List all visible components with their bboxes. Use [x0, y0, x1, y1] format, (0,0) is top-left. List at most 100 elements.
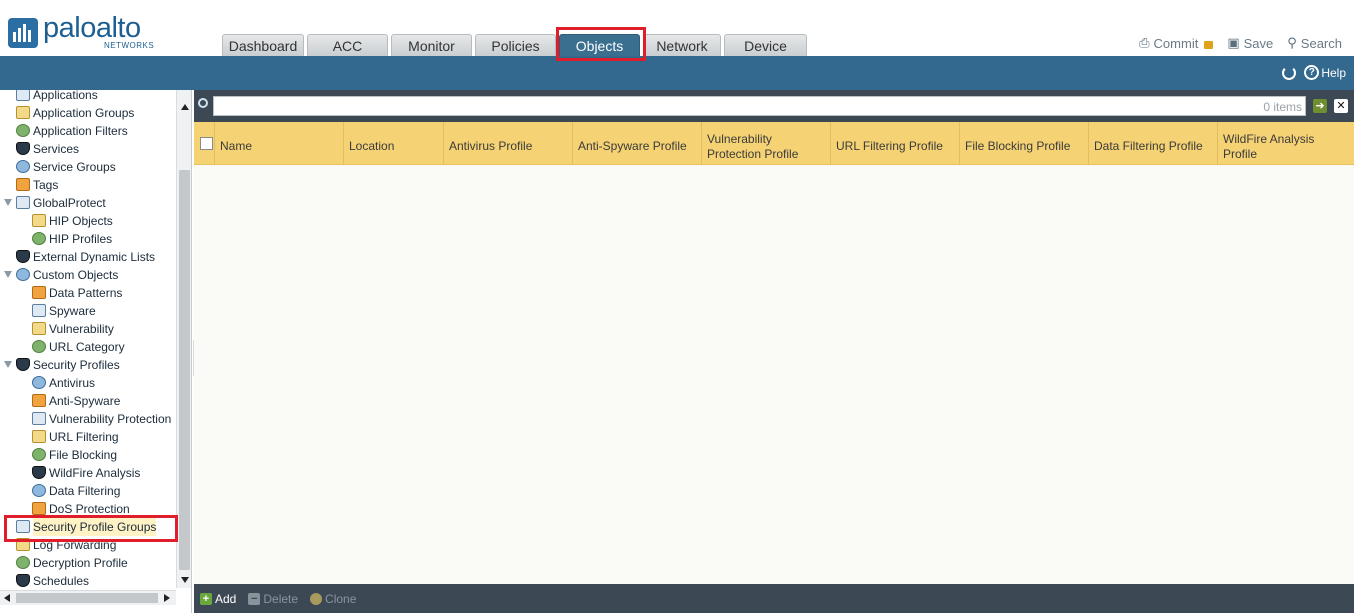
search-button[interactable]: ⚲ Search: [1287, 35, 1342, 51]
sidebar-item-data-patterns[interactable]: Data Patterns: [0, 284, 176, 302]
sidebar-item-application-groups[interactable]: Application Groups: [0, 104, 176, 122]
sidebar-item-label: External Dynamic Lists: [33, 250, 156, 264]
scroll-down-arrow-icon[interactable]: [181, 577, 189, 583]
expand-arrow-icon[interactable]: [4, 271, 12, 278]
sidebar-item-decryption-profile[interactable]: Decryption Profile: [0, 554, 176, 572]
add-label: Add: [215, 591, 237, 606]
sidebar-item-wildfire-analysis[interactable]: WildFire Analysis: [0, 464, 176, 482]
column-header-antivirus-profile[interactable]: Antivirus Profile: [444, 122, 573, 165]
sidebar-item-security-profiles[interactable]: Security Profiles: [0, 356, 176, 374]
application-icon: [16, 90, 30, 101]
column-header-file-blocking-profile[interactable]: File Blocking Profile: [960, 122, 1089, 165]
sidebar-item-label: Security Profiles: [33, 358, 120, 372]
save-button[interactable]: ▣ Save: [1227, 35, 1273, 51]
tab-monitor[interactable]: Monitor: [391, 34, 472, 56]
toolbar-actions: ? Help: [1282, 65, 1346, 80]
logo-wordmark: paloalto: [43, 12, 141, 44]
sidebar-item-vulnerability[interactable]: Vulnerability: [0, 320, 176, 338]
sidebar-item-schedules[interactable]: Schedules: [0, 572, 176, 590]
sidebar-item-log-forwarding[interactable]: Log Forwarding: [0, 536, 176, 554]
commit-button[interactable]: ⎙ Commit: [1139, 35, 1214, 51]
decryption-profile-icon: [16, 556, 30, 569]
sidebar-vertical-scrollbar[interactable]: [176, 90, 191, 588]
sidebar-item-spyware[interactable]: Spyware: [0, 302, 176, 320]
delete-button[interactable]: − Delete: [248, 592, 298, 606]
help-label: Help: [1321, 65, 1346, 80]
sidebar-item-label: Vulnerability Protection: [49, 412, 172, 426]
app-header: paloalto NETWORKS Dashboard ACC Monitor …: [0, 0, 1354, 61]
expand-arrow-icon[interactable]: [4, 199, 12, 206]
search-label: Search: [1300, 35, 1342, 51]
sidebar-item-url-category[interactable]: URL Category: [0, 338, 176, 356]
scroll-up-arrow-icon[interactable]: [181, 104, 189, 110]
tab-objects[interactable]: Objects: [559, 34, 640, 56]
tab-network[interactable]: Network: [643, 34, 721, 56]
sidebar-item-services[interactable]: Services: [0, 140, 176, 158]
sidebar-item-hip-objects[interactable]: HIP Objects: [0, 212, 176, 230]
sidebar-item-tags[interactable]: Tags: [0, 176, 176, 194]
delete-icon: −: [248, 592, 261, 605]
tab-acc[interactable]: ACC: [307, 34, 388, 56]
sidebar-item-external-dynamic-lists[interactable]: External Dynamic Lists: [0, 248, 176, 266]
sidebar-item-hip-profiles[interactable]: HIP Profiles: [0, 230, 176, 248]
clone-button[interactable]: Clone: [310, 592, 356, 606]
column-header-name[interactable]: Name: [215, 122, 344, 165]
filter-input[interactable]: [213, 96, 1306, 116]
sidebar-item-label: URL Category: [49, 340, 125, 354]
clear-filter-icon[interactable]: ✕: [1334, 99, 1348, 113]
column-header-wildfire-analysis-profile[interactable]: WildFire Analysis Profile: [1218, 122, 1354, 165]
sidebar-item-applications[interactable]: Applications: [0, 90, 176, 104]
apply-filter-icon[interactable]: ➜: [1313, 99, 1327, 113]
hscroll-thumb[interactable]: [16, 593, 158, 603]
column-header-anti-spyware-profile[interactable]: Anti-Spyware Profile: [573, 122, 702, 165]
refresh-icon[interactable]: [1282, 65, 1297, 80]
tab-device[interactable]: Device: [724, 34, 807, 56]
table-header: Name Location Antivirus Profile Anti-Spy…: [194, 122, 1354, 165]
sidebar-item-url-filtering[interactable]: URL Filtering: [0, 428, 176, 446]
column-header-data-filtering-profile[interactable]: Data Filtering Profile: [1089, 122, 1218, 165]
sidebar-item-file-blocking[interactable]: File Blocking: [0, 446, 176, 464]
sidebar-item-label: Schedules: [33, 574, 90, 588]
scroll-right-arrow-icon[interactable]: [164, 594, 170, 602]
add-button[interactable]: + Add: [200, 592, 236, 606]
sidebar-item-globalprotect[interactable]: GlobalProtect: [0, 194, 176, 212]
custom-objects-icon: [16, 268, 30, 281]
sidebar-item-dos-protection[interactable]: DoS Protection: [0, 500, 176, 518]
sidebar-item-label: Services: [33, 142, 80, 156]
main-panel: 0 items ➜ ✕ Name Location Antivirus Prof…: [194, 90, 1354, 613]
sidebar-item-anti-spyware[interactable]: Anti-Spyware: [0, 392, 176, 410]
main-tabs: Dashboard ACC Monitor Policies Objects N…: [222, 34, 810, 56]
sidebar-item-custom-objects[interactable]: Custom Objects: [0, 266, 176, 284]
dos-protection-icon: [32, 502, 46, 515]
sidebar-item-label: GlobalProtect: [33, 196, 106, 210]
services-icon: [16, 142, 30, 155]
help-icon: ?: [1304, 65, 1320, 80]
sidebar-item-label: Decryption Profile: [33, 556, 128, 570]
select-all-checkbox[interactable]: [200, 137, 213, 150]
scroll-thumb[interactable]: [179, 170, 190, 570]
commit-icon: ⎙: [1139, 35, 1150, 50]
sidebar-item-antivirus[interactable]: Antivirus: [0, 374, 176, 392]
tab-policies[interactable]: Policies: [475, 34, 556, 56]
expand-arrow-icon[interactable]: [4, 361, 12, 368]
sidebar-horizontal-scrollbar[interactable]: [0, 590, 176, 605]
column-header-vulnerability-protection-profile[interactable]: Vulnerability Protection Profile: [702, 122, 831, 165]
data-patterns-icon: [32, 286, 46, 299]
url-category-icon: [32, 340, 46, 353]
sidebar-item-label: Applications: [33, 90, 98, 102]
tab-dashboard[interactable]: Dashboard: [222, 34, 304, 56]
sidebar-item-vulnerability-protection[interactable]: Vulnerability Protection: [0, 410, 176, 428]
select-all-column: [194, 122, 215, 165]
hip-objects-icon: [32, 214, 46, 227]
save-icon: ▣: [1227, 35, 1240, 50]
help-button[interactable]: ? Help: [1304, 65, 1346, 80]
sidebar-item-service-groups[interactable]: Service Groups: [0, 158, 176, 176]
column-header-location[interactable]: Location: [344, 122, 444, 165]
scroll-left-arrow-icon[interactable]: [4, 594, 10, 602]
sidebar-item-security-profile-groups[interactable]: Security Profile Groups: [0, 518, 176, 536]
sidebar-item-label: Custom Objects: [33, 268, 119, 282]
column-header-url-filtering-profile[interactable]: URL Filtering Profile: [831, 122, 960, 165]
sidebar-item-data-filtering[interactable]: Data Filtering: [0, 482, 176, 500]
sidebar-item-label: Vulnerability: [49, 322, 114, 336]
sidebar-item-application-filters[interactable]: Application Filters: [0, 122, 176, 140]
